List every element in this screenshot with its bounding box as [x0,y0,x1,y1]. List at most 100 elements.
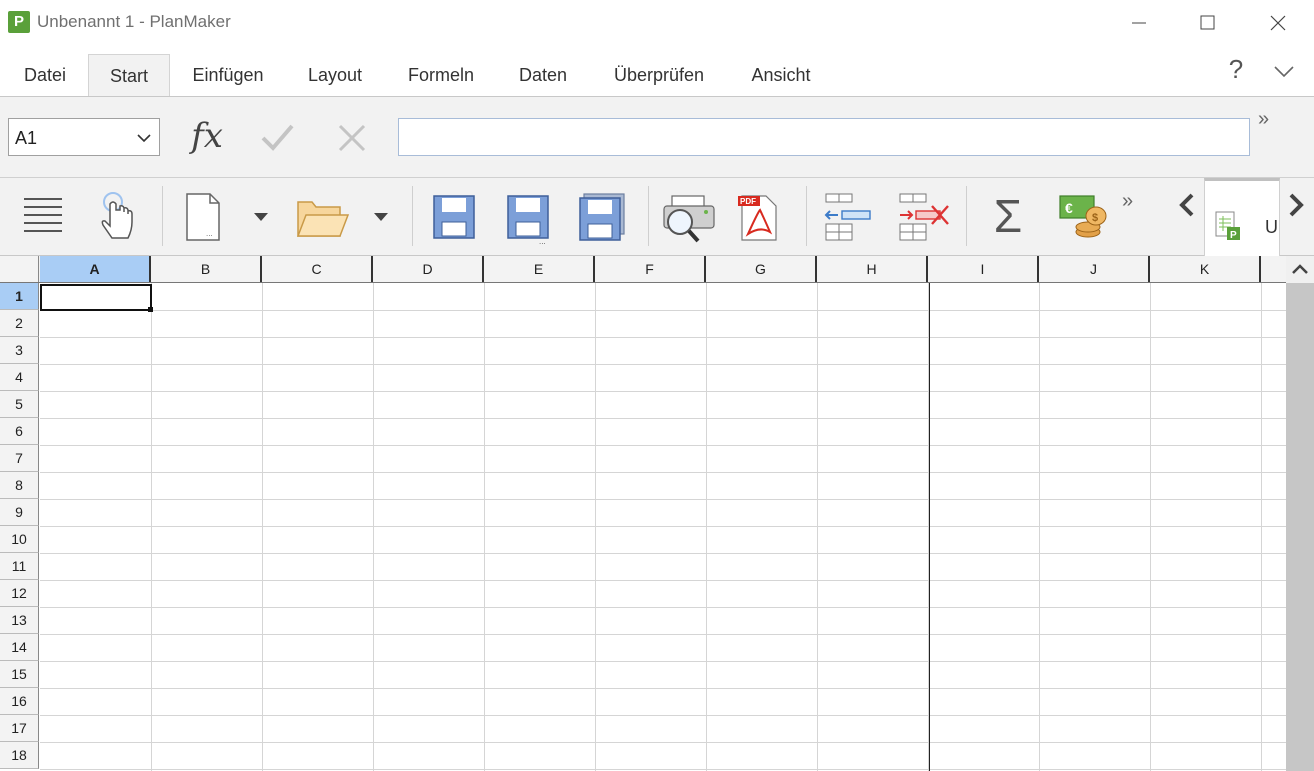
touch-mode-button[interactable] [96,190,140,249]
scroll-up-button[interactable] [1286,258,1314,280]
grid-line-horizontal [40,769,1286,770]
column-header-j[interactable]: J [1039,256,1150,282]
column-header-h[interactable]: H [817,256,928,282]
row-header-1[interactable]: 1 [0,283,39,310]
grid-line-vertical [262,283,263,771]
doc-tabs-prev-button[interactable] [1170,190,1202,220]
column-header-c[interactable]: C [262,256,373,282]
column-header-i[interactable]: I [928,256,1039,282]
grid-line-vertical [595,283,596,771]
formula-input[interactable] [398,118,1250,156]
select-all-corner[interactable] [0,256,39,282]
minimize-button[interactable] [1116,0,1162,46]
dropdown-arrow-icon [374,213,388,221]
column-header-b[interactable]: B [151,256,262,282]
grid-line-horizontal [40,715,1286,716]
doc-tabs-next-button[interactable] [1282,190,1312,220]
row-header-12[interactable]: 12 [0,580,39,607]
row-header-4[interactable]: 4 [0,364,39,391]
cancel-entry-button[interactable] [334,120,370,156]
chevron-up-icon [1292,264,1308,274]
name-box-value: A1 [15,128,38,148]
toolbar-separator [806,186,807,246]
formula-bar-more-button[interactable]: » [1258,108,1269,131]
save-icon [433,195,475,239]
tab-formeln[interactable]: Formeln [392,54,490,96]
save-as-button[interactable]: ... [506,194,554,249]
row-header-8[interactable]: 8 [0,472,39,499]
grid-line-horizontal [40,688,1286,689]
tab-daten[interactable]: Daten [502,54,584,96]
delete-cells-icon [899,193,949,241]
name-box[interactable]: A1 [8,118,160,156]
currency-button[interactable]: € $ [1058,192,1110,245]
currency-icon: € $ [1059,195,1107,238]
function-wizard-button[interactable]: fx [184,108,230,164]
row-header-5[interactable]: 5 [0,391,39,418]
column-header-g[interactable]: G [706,256,817,282]
toolbar-separator [412,186,413,246]
grid-line-horizontal [40,364,1286,365]
menu-button[interactable] [22,196,66,245]
fill-handle[interactable] [148,307,153,312]
window-title: Unbenannt 1 - PlanMaker [37,12,231,31]
row-header-15[interactable]: 15 [0,661,39,688]
column-header-f[interactable]: F [595,256,706,282]
column-header-k[interactable]: K [1150,256,1261,282]
tab-start[interactable]: Start [88,54,170,96]
insert-cells-button[interactable] [822,192,874,247]
save-button[interactable] [432,194,476,245]
row-header-13[interactable]: 13 [0,607,39,634]
tab-ansicht[interactable]: Ansicht [736,54,826,96]
grid-line-vertical [1150,283,1151,771]
tab-ueberpruefen[interactable]: Überprüfen [598,54,720,96]
row-header-10[interactable]: 10 [0,526,39,553]
grid-line-horizontal [40,634,1286,635]
collapse-ribbon-button[interactable] [1270,58,1298,86]
row-header-14[interactable]: 14 [0,634,39,661]
delete-cells-button[interactable] [896,192,952,247]
tab-layout[interactable]: Layout [290,54,380,96]
row-header-17[interactable]: 17 [0,715,39,742]
save-all-button[interactable] [578,192,628,247]
open-dropdown[interactable] [372,208,390,231]
tab-datei[interactable]: Datei [8,54,82,96]
help-button[interactable]: ? [1222,54,1250,90]
confirm-entry-button[interactable] [258,120,298,156]
grid-line-horizontal [40,742,1286,743]
toolbar-more-button[interactable]: » [1122,190,1133,213]
row-header-3[interactable]: 3 [0,337,39,364]
tab-einfuegen[interactable]: Einfügen [178,54,278,96]
row-header-11[interactable]: 11 [0,553,39,580]
close-button[interactable] [1255,0,1301,46]
open-folder-icon [296,201,350,237]
grid-line-horizontal [40,337,1286,338]
row-header-6[interactable]: 6 [0,418,39,445]
svg-text:...: ... [206,229,213,238]
active-cell[interactable] [40,284,152,311]
print-preview-button[interactable] [660,194,718,249]
export-pdf-button[interactable]: PDF [736,192,782,249]
svg-text:PDF: PDF [740,197,756,206]
column-header-d[interactable]: D [373,256,484,282]
maximize-button[interactable] [1185,0,1231,46]
touch-mode-icon [101,192,133,239]
scrollbar-thumb[interactable] [1286,283,1314,771]
row-header-9[interactable]: 9 [0,499,39,526]
new-document-dropdown[interactable] [252,208,270,231]
close-icon [1270,15,1286,31]
spreadsheet-document-icon: P [1215,211,1240,241]
grid-line-vertical [1261,283,1262,771]
svg-text:...: ... [539,237,546,244]
row-header-7[interactable]: 7 [0,445,39,472]
column-header-e[interactable]: E [484,256,595,282]
document-tab[interactable]: P U [1204,178,1280,256]
new-document-button[interactable]: ... [184,192,224,249]
menu-icon [24,198,62,232]
open-button[interactable] [296,196,350,245]
sum-button[interactable]: Σ [988,188,1028,244]
column-header-a[interactable]: A [40,256,151,282]
row-header-16[interactable]: 16 [0,688,39,715]
row-header-18[interactable]: 18 [0,742,39,769]
row-header-2[interactable]: 2 [0,310,39,337]
